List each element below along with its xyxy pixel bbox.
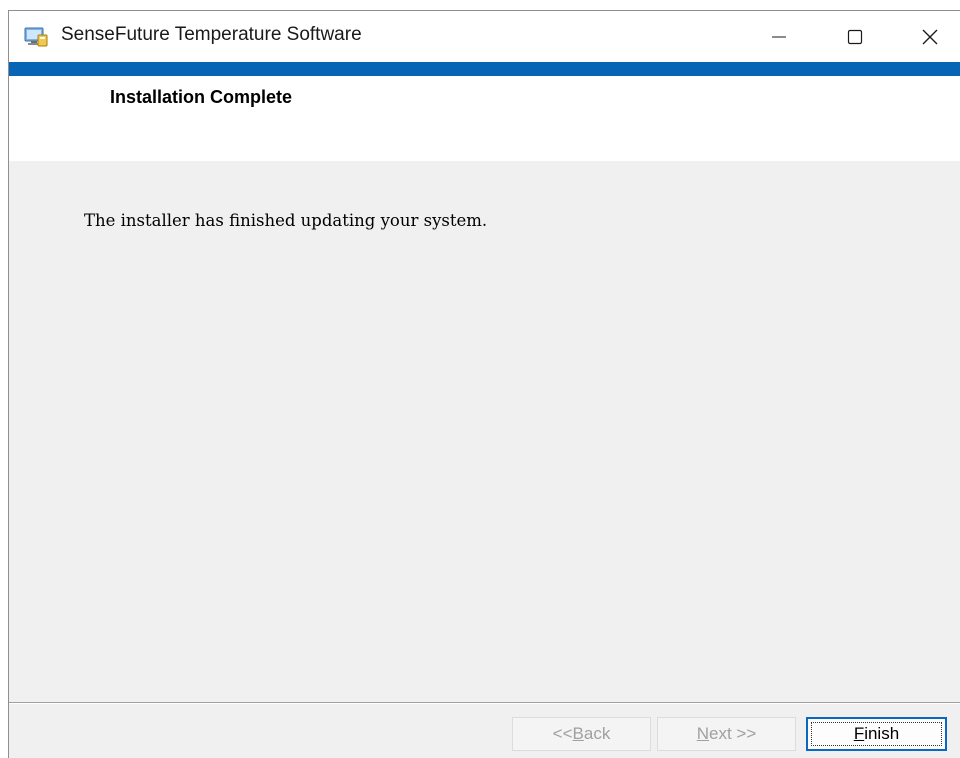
close-icon (922, 29, 938, 44)
page-title: Installation Complete (110, 87, 293, 107)
minimize-icon (772, 36, 786, 37)
header-panel: Installation Complete (9, 76, 960, 161)
window-title: SenseFuture Temperature Software (61, 24, 362, 45)
back-button[interactable]: << Back (512, 717, 651, 751)
footer-divider-highlight (9, 703, 960, 704)
maximize-button[interactable] (825, 11, 885, 62)
installer-app-icon (24, 27, 48, 47)
minimize-button[interactable] (749, 11, 809, 62)
close-button[interactable] (900, 11, 960, 62)
next-button[interactable]: Next >> (657, 717, 796, 751)
next-button-mnemonic: N (696, 724, 709, 743)
finish-button[interactable]: Finish (806, 717, 947, 751)
back-button-label: ack (583, 724, 611, 743)
next-button-label: ext >> (709, 724, 757, 743)
completion-message: The installer has finished updating your… (84, 211, 488, 230)
maximize-icon (847, 29, 863, 44)
finish-focus-ring (811, 722, 942, 746)
accent-bar (9, 62, 960, 76)
installer-window: SenseFuture Temperature Software Install… (8, 10, 960, 758)
back-button-mnemonic: B (572, 724, 584, 743)
back-button-prefix: << (552, 724, 573, 743)
title-bar[interactable]: SenseFuture Temperature Software (9, 11, 960, 62)
